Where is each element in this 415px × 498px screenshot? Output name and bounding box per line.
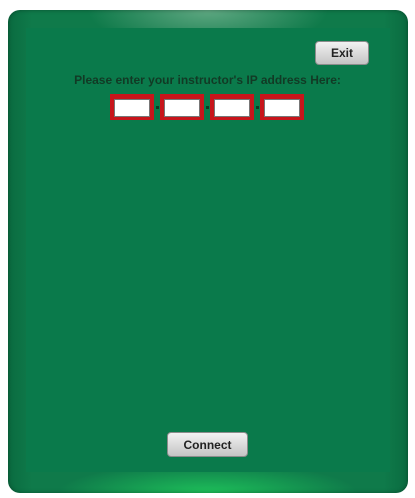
ip-separator-dot [156,106,159,109]
ip-separator-dot [206,106,209,109]
ip-octet-1-input[interactable] [114,99,150,117]
exit-button[interactable]: Exit [315,41,369,65]
dialog-panel [26,28,390,472]
ip-octet-3-input[interactable] [214,99,250,117]
ip-octet-4-input[interactable] [264,99,300,117]
ip-octet-4-field[interactable] [260,94,304,120]
connect-button[interactable]: Connect [167,432,248,457]
ip-octet-2-field[interactable] [160,94,204,120]
ip-prompt-label: Please enter your instructor's IP addres… [74,73,341,87]
ip-octet-3-field[interactable] [210,94,254,120]
ip-octet-2-input[interactable] [164,99,200,117]
ip-octet-1-field[interactable] [110,94,154,120]
ip-separator-dot [256,106,259,109]
